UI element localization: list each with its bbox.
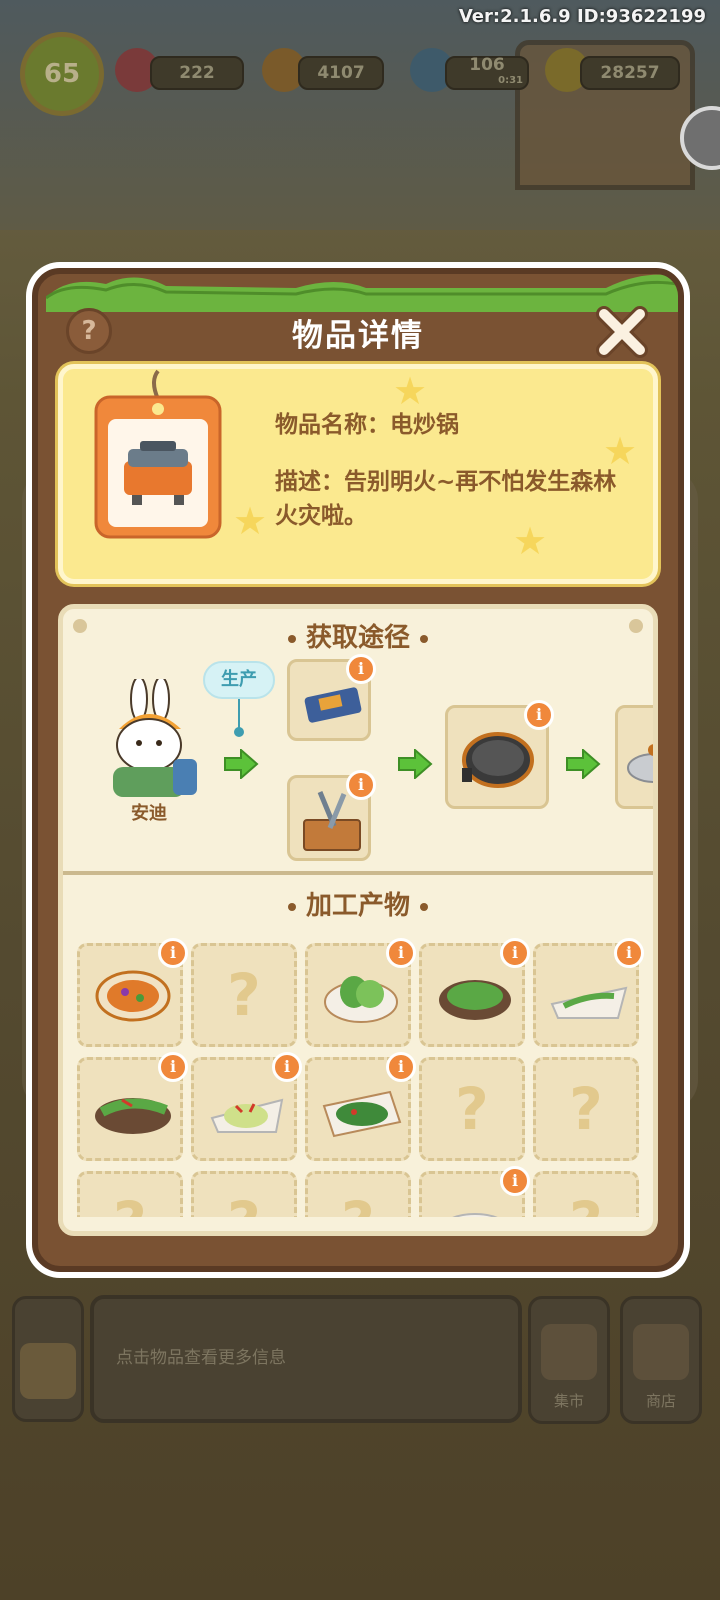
carrot-counter[interactable]: 4107 — [298, 56, 384, 90]
item-name-label: 物品名称：电炒锅 — [275, 412, 459, 438]
info-badge[interactable]: i — [158, 1052, 188, 1082]
energy-counter[interactable]: 106 0:31 — [445, 56, 529, 90]
info-badge[interactable]: i — [346, 654, 376, 684]
market-label: 集市 — [553, 1392, 584, 1410]
source-title-text: 获取途径 — [305, 623, 410, 653]
info-badge[interactable]: i — [346, 770, 376, 800]
andy-bunny-character-icon[interactable] — [99, 679, 199, 799]
section-divider — [63, 871, 653, 875]
unknown-mark: ? — [194, 1174, 294, 1217]
produce-connector-dot — [234, 727, 244, 737]
info-badge[interactable]: i — [272, 1052, 302, 1082]
grass-trim-decoration — [46, 274, 678, 312]
arrow-right-icon — [398, 749, 433, 779]
star-decoration-icon: ★ — [233, 499, 268, 543]
info-badge[interactable]: i — [386, 938, 416, 968]
product-slot[interactable]: i — [191, 1052, 302, 1161]
green-beans-dish-icon — [550, 986, 628, 1019]
product-slot-unknown[interactable]: ? — [533, 1057, 639, 1161]
product-slot[interactable]: i — [419, 1166, 530, 1217]
arrow-right-icon — [566, 749, 601, 779]
product-slot-unknown[interactable]: ? — [191, 1171, 297, 1217]
info-badge[interactable]: i — [500, 938, 530, 968]
cabbage-stir-fry-icon — [210, 1098, 284, 1133]
source-and-products-area: 获取途径 安迪 生产 i i i 加工产物 i ? i i i i i i ? … — [58, 604, 658, 1236]
item-info-card: ★ ★ ★ ★ 物品名称：电炒锅 描述：告别明火~再不怕发生森林火灾啦。 — [58, 364, 658, 584]
shop-label: 商店 — [645, 1392, 676, 1410]
source-section-title: 获取途径 — [63, 617, 653, 654]
gem-counter[interactable]: 222 — [150, 56, 244, 90]
stew-bowl-icon — [95, 970, 171, 1022]
unknown-mark: ? — [536, 1174, 636, 1217]
bok-choy-dish-icon — [324, 976, 398, 1023]
products-grid: i ? i i i i i i ? ? i — [63, 937, 653, 1217]
unknown-mark: ? — [455, 1075, 489, 1143]
pepper-stir-fry-icon — [322, 1090, 402, 1138]
ingredient-slot-lid[interactable] — [615, 705, 653, 809]
greens-plate-icon — [439, 980, 511, 1020]
pot-lid-icon — [627, 744, 653, 783]
unknown-mark: ? — [308, 1174, 408, 1217]
info-badge[interactable]: i — [500, 1166, 530, 1196]
product-slot-unknown[interactable]: ? — [419, 1057, 525, 1161]
product-slot[interactable]: i — [533, 938, 644, 1047]
produce-tag: 生产 — [203, 661, 275, 699]
ingredient-slot-toolbox[interactable]: i — [287, 770, 376, 861]
market-button[interactable]: 集市 — [528, 1296, 610, 1424]
back-arrow-button[interactable] — [12, 1296, 84, 1422]
shop-button[interactable]: 商店 — [620, 1296, 702, 1424]
noodle-plate-icon — [452, 1213, 498, 1217]
info-badge[interactable]: i — [386, 1052, 416, 1082]
products-title-text: 加工产物 — [305, 891, 410, 921]
product-slot[interactable]: i — [305, 1052, 416, 1161]
product-slot-unknown[interactable]: ? — [77, 1171, 183, 1217]
back-arrow-icon — [20, 1343, 76, 1399]
shop-icon — [633, 1324, 689, 1380]
hint-text: 点击物品查看更多信息 — [116, 1348, 286, 1368]
products-section-title: 加工产物 — [63, 885, 653, 922]
info-badge[interactable]: i — [614, 938, 644, 968]
item-tag-frame — [94, 369, 222, 539]
dialog-title: 物品详情 — [292, 318, 424, 354]
energy-timer: 0:31 — [498, 75, 523, 86]
top-hud: 65 222 4107 106 0:31 28257 — [0, 24, 720, 116]
close-icon[interactable] — [594, 304, 650, 360]
dialog-panel: ? 物品详情 ★ ★ ★ ★ 物品名称：电炒锅 描述：告别明火~再不怕发生森林火… — [32, 268, 684, 1272]
coin-counter[interactable]: 28257 — [580, 56, 680, 90]
version-id-label: Ver:2.1.6.9 ID:93622199 — [458, 6, 706, 27]
level-badge[interactable]: 65 — [20, 32, 104, 116]
unknown-mark: ? — [80, 1174, 180, 1217]
hint-box: 点击物品查看更多信息 — [90, 1295, 522, 1423]
unknown-mark: ? — [227, 961, 261, 1029]
arrow-right-icon — [224, 749, 259, 779]
ingredient-slot-wok[interactable]: i — [445, 700, 554, 809]
item-detail-dialog: ? 物品详情 ★ ★ ★ ★ 物品名称：电炒锅 描述：告别明火~再不怕发生森林火… — [26, 262, 690, 1278]
product-slot[interactable]: i — [77, 1052, 188, 1161]
info-badge[interactable]: i — [158, 938, 188, 968]
market-icon — [541, 1324, 597, 1380]
product-slot-unknown[interactable]: ? — [305, 1171, 411, 1217]
ingredient-slot-battery[interactable]: i — [287, 654, 376, 741]
chili-pepper-dish-icon — [95, 1098, 171, 1134]
product-slot[interactable]: i — [77, 938, 188, 1047]
energy-value: 106 — [469, 55, 505, 75]
product-slot-unknown[interactable]: ? — [533, 1171, 639, 1217]
info-badge[interactable]: i — [524, 700, 554, 730]
product-slot-unknown[interactable]: ? — [191, 943, 297, 1047]
character-name: 安迪 — [131, 803, 167, 824]
product-slot[interactable]: i — [419, 938, 530, 1047]
item-description: 描述：告别明火~再不怕发生森林火灾啦。 — [275, 469, 617, 529]
unknown-mark: ? — [569, 1075, 603, 1143]
product-slot[interactable]: i — [305, 938, 416, 1047]
